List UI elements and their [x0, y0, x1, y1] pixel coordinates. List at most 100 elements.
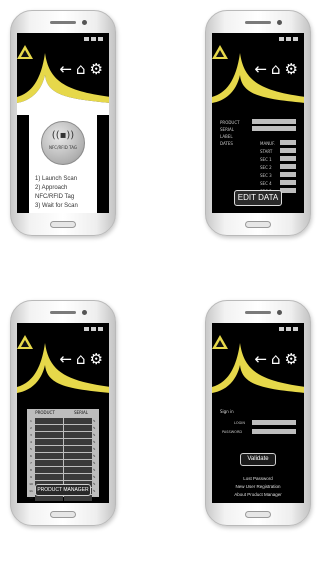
- status-bar: [84, 35, 103, 43]
- phone-screen: ← ⌂ ⚙ ((▪)) NFC/RFID TAG 1) Launch Scan …: [17, 33, 109, 213]
- app-logo-icon: [212, 335, 228, 349]
- row-number: 3: [30, 433, 32, 437]
- date-field[interactable]: [280, 172, 296, 177]
- row-edit-icon[interactable]: ✎: [93, 425, 98, 431]
- nav-icons: ← ⌂ ⚙: [254, 61, 298, 77]
- phone-mockup-scan: ← ⌂ ⚙ ((▪)) NFC/RFID TAG 1) Launch Scan …: [10, 10, 116, 236]
- row-number: 10: [29, 482, 33, 486]
- table-row[interactable]: 1 ✎: [27, 418, 99, 424]
- date-field[interactable]: [280, 180, 296, 185]
- app-header: ← ⌂ ⚙: [17, 335, 109, 405]
- column-header-product[interactable]: PRODUCT: [27, 409, 63, 417]
- phone-home-button: [245, 221, 271, 228]
- front-camera: [82, 20, 87, 25]
- back-arrow-icon[interactable]: ←: [254, 61, 267, 77]
- date-field[interactable]: [280, 148, 296, 153]
- date-label: MANUF.: [260, 140, 276, 146]
- phone-screen: ← ⌂ ⚙ PRODUCT SERIAL LABEL DATES MANUF. …: [212, 33, 304, 213]
- gear-icon[interactable]: ⚙: [90, 61, 103, 77]
- home-icon[interactable]: ⌂: [271, 61, 281, 77]
- sign-in-form: Sign in LOGIN PASSWORD: [218, 409, 298, 449]
- status-bar: [279, 35, 298, 43]
- date-field[interactable]: [280, 164, 296, 169]
- row-edit-icon[interactable]: ✎: [93, 446, 98, 452]
- app-logo-icon: [17, 335, 33, 349]
- row-edit-icon[interactable]: ✎: [93, 467, 98, 473]
- product-cell: [35, 453, 63, 459]
- table-row[interactable]: 9 ✎: [27, 474, 99, 480]
- nav-icons: ← ⌂ ⚙: [59, 61, 103, 77]
- row-edit-icon[interactable]: ✎: [93, 418, 98, 424]
- row-edit-icon[interactable]: ✎: [93, 495, 98, 501]
- sign-in-links: Lost Password New User Registration Abou…: [212, 475, 304, 499]
- gear-icon[interactable]: ⚙: [285, 351, 298, 367]
- phone-home-button: [50, 511, 76, 518]
- row-number: 4: [30, 440, 32, 444]
- row-number: 2: [30, 426, 32, 430]
- serial-value-field[interactable]: [252, 126, 296, 131]
- table-row[interactable]: 5 ✎: [27, 446, 99, 452]
- row-edit-icon[interactable]: ✎: [93, 481, 98, 487]
- home-icon[interactable]: ⌂: [76, 61, 86, 77]
- phone-home-button: [50, 221, 76, 228]
- table-row[interactable]: 7 ✎: [27, 460, 99, 466]
- table-row[interactable]: 4 ✎: [27, 439, 99, 445]
- row-edit-icon[interactable]: ✎: [93, 474, 98, 480]
- home-icon[interactable]: ⌂: [76, 351, 86, 367]
- gear-icon[interactable]: ⚙: [90, 351, 103, 367]
- edit-data-button[interactable]: EDIT DATA: [234, 190, 282, 206]
- row-number: 8: [30, 468, 32, 472]
- lost-password-link[interactable]: Lost Password: [212, 475, 304, 483]
- instruction-step: 3) Wait for Scan: [35, 203, 78, 209]
- table-row[interactable]: 3 ✎: [27, 432, 99, 438]
- phone-screen: ← ⌂ ⚙ PRODUCT SERIAL 1 ✎ 2 ✎ 3 ✎ 4 ✎ 5 ✎ 6 ✎ 7…: [17, 323, 109, 503]
- row-number: 6: [30, 454, 32, 458]
- date-field[interactable]: [280, 140, 296, 145]
- login-input[interactable]: [252, 420, 296, 425]
- instruction-step: 1) Launch Scan: [35, 176, 78, 182]
- scan-panel: ((▪)) NFC/RFID TAG 1) Launch Scan 2) App…: [29, 113, 97, 213]
- back-arrow-icon[interactable]: ←: [59, 61, 72, 77]
- about-product-manager-link[interactable]: About Product Manager: [212, 491, 304, 499]
- phone-mockup-product-data: ← ⌂ ⚙ PRODUCT SERIAL LABEL DATES MANUF. …: [205, 10, 311, 236]
- app-header: ← ⌂ ⚙: [212, 335, 304, 405]
- validate-button[interactable]: Validate: [240, 453, 276, 466]
- product-cell: [35, 446, 63, 452]
- new-user-registration-link[interactable]: New User Registration: [212, 483, 304, 491]
- app-logo-icon: [212, 45, 228, 59]
- field-label: LABEL: [220, 133, 233, 139]
- field-label: DATES: [220, 140, 233, 146]
- date-label: SEC 2: [260, 164, 272, 170]
- back-arrow-icon[interactable]: ←: [59, 351, 72, 367]
- phone-mockup-sign-in: ← ⌂ ⚙ Sign in LOGIN PASSWORD Validate Lo…: [205, 300, 311, 526]
- status-bar: [279, 325, 298, 333]
- date-field[interactable]: [280, 156, 296, 161]
- serial-cell: [64, 474, 92, 480]
- row-number: 11: [29, 489, 33, 493]
- nav-icons: ← ⌂ ⚙: [59, 351, 103, 367]
- phone-home-button: [245, 511, 271, 518]
- column-header-serial[interactable]: SERIAL: [63, 409, 99, 417]
- back-arrow-icon[interactable]: ←: [254, 351, 267, 367]
- product-cell: [35, 425, 63, 431]
- instruction-step: 2) Approach NFC/RFID Tag: [35, 185, 75, 200]
- date-field[interactable]: [280, 188, 296, 193]
- row-edit-icon[interactable]: ✎: [93, 488, 98, 494]
- product-cell: [35, 439, 63, 445]
- home-icon[interactable]: ⌂: [271, 351, 281, 367]
- serial-cell: [64, 432, 92, 438]
- row-edit-icon[interactable]: ✎: [93, 439, 98, 445]
- row-edit-icon[interactable]: ✎: [93, 432, 98, 438]
- product-value-field[interactable]: [252, 119, 296, 124]
- table-row[interactable]: 2 ✎: [27, 425, 99, 431]
- nfc-scan-button[interactable]: ((▪)) NFC/RFID TAG: [41, 121, 85, 165]
- table-row[interactable]: 6 ✎: [27, 453, 99, 459]
- row-edit-icon[interactable]: ✎: [93, 460, 98, 466]
- serial-cell: [64, 460, 92, 466]
- serial-cell: [64, 453, 92, 459]
- gear-icon[interactable]: ⚙: [285, 61, 298, 77]
- password-input[interactable]: [252, 429, 296, 434]
- row-edit-icon[interactable]: ✎: [93, 453, 98, 459]
- product-manager-button[interactable]: PRODUCT MANAGER: [35, 484, 91, 496]
- table-row[interactable]: 8 ✎: [27, 467, 99, 473]
